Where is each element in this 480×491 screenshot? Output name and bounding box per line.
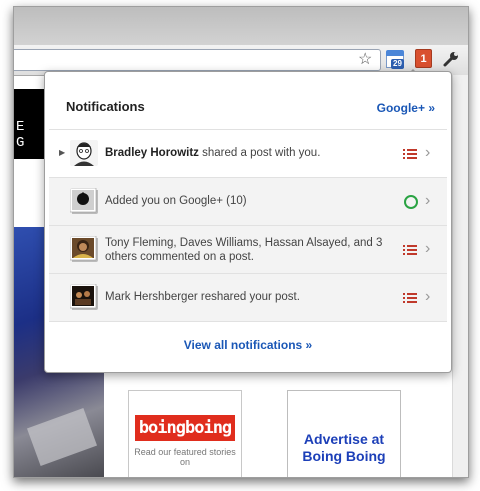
notification-item[interactable]: Added you on Google+ (10) › — [49, 177, 447, 225]
notification-item[interactable]: Mark Hershberger reshared your post. › — [49, 273, 447, 322]
notification-text: Added you on Google+ (10) — [105, 195, 247, 207]
wrench-icon[interactable] — [442, 50, 460, 68]
notification-item[interactable]: ▶ Bradley Horowitz shared a post with yo… — [49, 129, 447, 177]
ad-subtext: Read our featured stories on — [134, 447, 236, 467]
chevron-right-icon[interactable]: › — [425, 145, 430, 161]
chevron-right-icon[interactable]: › — [425, 241, 430, 257]
boingboing-ad[interactable]: boingboing Read our featured stories on — [128, 390, 242, 477]
site-header-text: E G — [16, 119, 31, 151]
circle-icon — [404, 195, 418, 209]
star-icon[interactable]: ☆ — [358, 51, 372, 69]
calendar-extension-button[interactable]: 29 — [386, 50, 404, 69]
advertise-ad[interactable]: Advertise at Boing Boing — [287, 390, 401, 477]
chevron-right-icon[interactable]: › — [425, 193, 430, 209]
notification-item[interactable]: Tony Fleming, Daves Williams, Hassan Als… — [49, 225, 447, 273]
boingboing-logo: boingboing — [135, 415, 235, 441]
list-icon — [403, 293, 417, 303]
list-icon — [403, 149, 417, 159]
scrollbar[interactable] — [452, 75, 468, 477]
notification-actor: Bradley Horowitz — [105, 147, 199, 159]
calendar-badge: 29 — [391, 59, 404, 69]
address-bar[interactable]: ☆ — [14, 49, 381, 71]
notifications-button[interactable]: 1 — [415, 49, 432, 68]
panel-title: Notifications — [66, 99, 145, 114]
avatar — [70, 140, 98, 166]
browser-window: ☆ 29 1 E G boingboing Read our featured … — [13, 6, 469, 478]
site-header: E G — [14, 89, 47, 159]
google-plus-link[interactable]: Google+ » — [377, 101, 435, 115]
avatar — [70, 188, 98, 214]
tab-strip — [14, 7, 468, 45]
list-icon — [403, 245, 417, 255]
view-all-notifications-link[interactable]: View all notifications » — [45, 338, 451, 352]
avatar — [70, 236, 98, 262]
notifications-panel: Notifications Google+ » ▶ Bradley Horowi… — [44, 71, 452, 373]
notification-text: Tony Fleming, Daves Williams, Hassan Als… — [105, 237, 383, 263]
chevron-right-icon[interactable]: › — [425, 289, 430, 305]
notification-text: Bradley Horowitz shared a post with you. — [105, 147, 321, 159]
advertise-text: Advertise at Boing Boing — [302, 431, 386, 464]
notification-text: Mark Hershberger reshared your post. — [105, 291, 300, 303]
expand-arrow-icon[interactable]: ▶ — [59, 148, 65, 157]
avatar — [70, 284, 98, 310]
